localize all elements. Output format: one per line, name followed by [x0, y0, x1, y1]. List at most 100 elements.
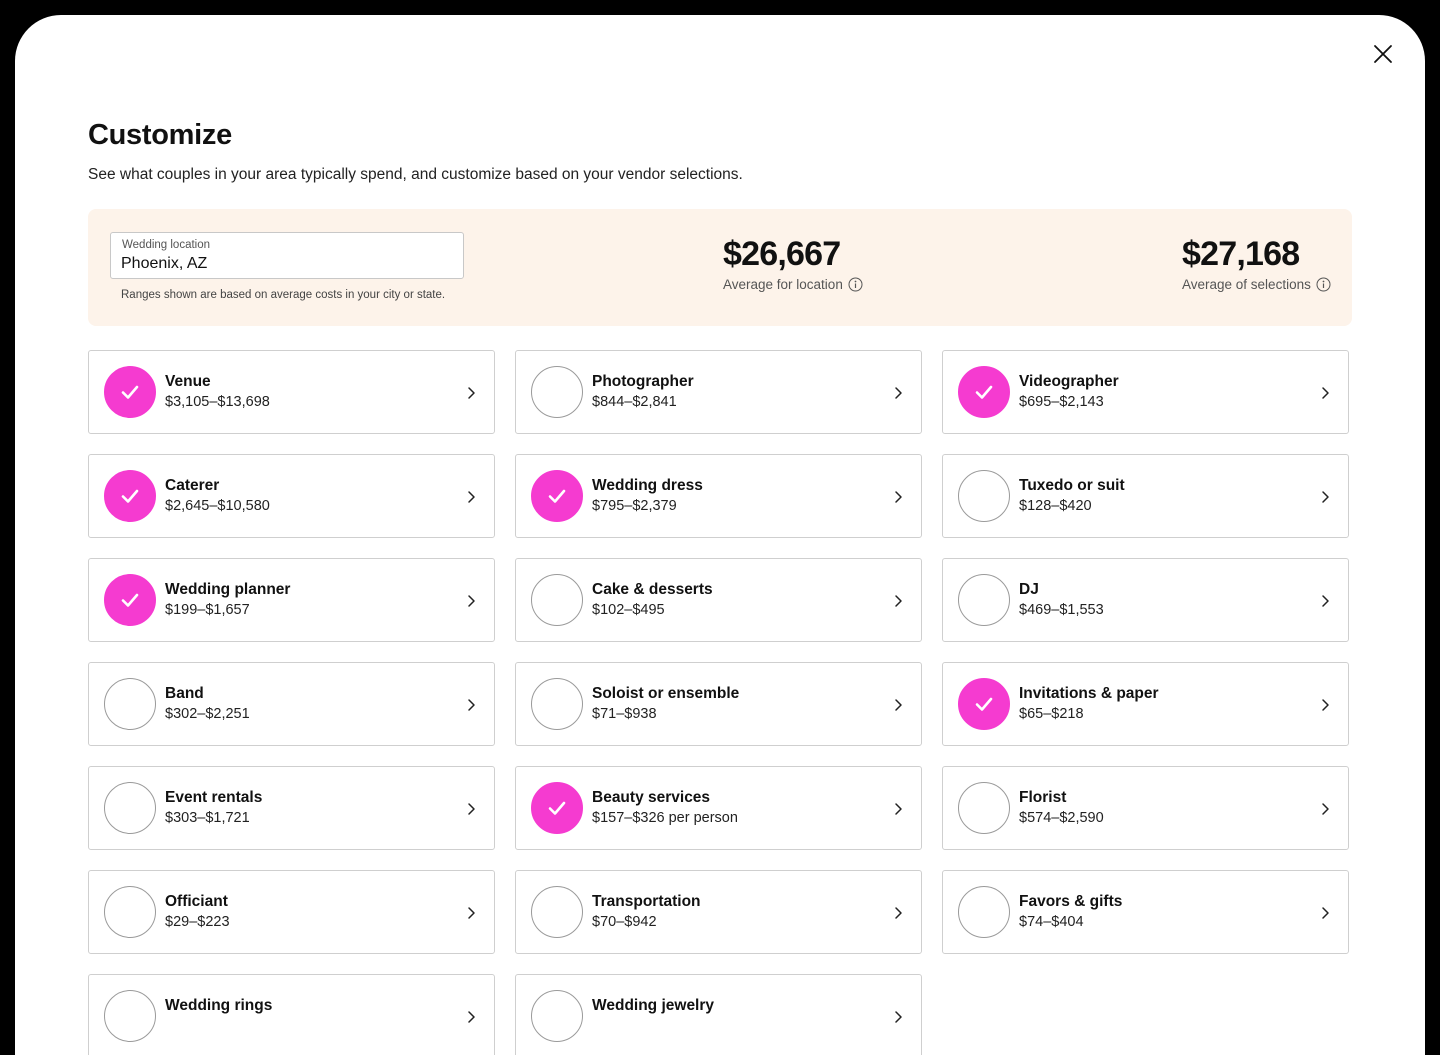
vendor-card-band[interactable]: Band $302–$2,251 [88, 662, 495, 746]
vendor-price-range: $695–$2,143 [1019, 394, 1104, 410]
vendor-card-wedding-planner[interactable]: Wedding planner $199–$1,657 [88, 558, 495, 642]
page-subtitle: See what couples in your area typically … [88, 166, 743, 183]
vendor-card-caterer[interactable]: Caterer $2,645–$10,580 [88, 454, 495, 538]
selection-toggle[interactable] [531, 782, 583, 834]
vendor-price-range: $469–$1,553 [1019, 602, 1104, 618]
chevron-right-icon [1322, 491, 1329, 503]
vendor-card-photographer[interactable]: Photographer $844–$2,841 [515, 350, 922, 434]
vendor-card-dj[interactable]: DJ $469–$1,553 [942, 558, 1349, 642]
vendor-card-transportation[interactable]: Transportation $70–$942 [515, 870, 922, 954]
vendor-price-range: $65–$218 [1019, 706, 1084, 722]
wedding-location-label: Wedding location [122, 239, 211, 251]
checkmark-icon [548, 801, 566, 815]
selection-toggle[interactable] [104, 366, 156, 418]
selection-toggle[interactable] [104, 574, 156, 626]
vendor-card-officiant[interactable]: Officiant $29–$223 [88, 870, 495, 954]
selection-toggle[interactable] [104, 678, 156, 730]
vendor-card-wedding-dress[interactable]: Wedding dress $795–$2,379 [515, 454, 922, 538]
vendor-name: DJ [1019, 581, 1039, 598]
chevron-right-icon [1322, 907, 1329, 919]
selection-toggle[interactable] [104, 782, 156, 834]
selection-toggle[interactable] [531, 678, 583, 730]
vendor-name: Wedding dress [592, 477, 703, 494]
selection-toggle[interactable] [958, 782, 1010, 834]
vendor-card-videographer[interactable]: Videographer $695–$2,143 [942, 350, 1349, 434]
selection-toggle[interactable] [531, 886, 583, 938]
vendor-price-range: $71–$938 [592, 706, 657, 722]
vendor-price-range: $574–$2,590 [1019, 810, 1104, 826]
wedding-location-input[interactable] [121, 253, 441, 275]
vendor-name: Favors & gifts [1019, 893, 1123, 910]
info-icon[interactable] [848, 277, 863, 292]
average-for-location: $26,667 Average for location [723, 235, 863, 292]
chevron-right-icon [468, 907, 475, 919]
vendor-card-beauty-services[interactable]: Beauty services $157–$326 per person [515, 766, 922, 850]
chevron-right-icon [895, 803, 902, 815]
info-icon[interactable] [1316, 277, 1331, 292]
selection-toggle[interactable] [531, 990, 583, 1042]
chevron-right-icon [1322, 699, 1329, 711]
selection-toggle[interactable] [104, 886, 156, 938]
wedding-location-field[interactable]: Wedding location [110, 232, 464, 279]
selection-toggle[interactable] [958, 886, 1010, 938]
vendor-price-range: $70–$942 [592, 914, 657, 930]
vendor-card-tuxedo-or-suit[interactable]: Tuxedo or suit $128–$420 [942, 454, 1349, 538]
selection-toggle[interactable] [958, 574, 1010, 626]
chevron-right-icon [468, 491, 475, 503]
vendor-name: Caterer [165, 477, 220, 494]
chevron-right-icon [468, 1011, 475, 1023]
vendor-card-event-rentals[interactable]: Event rentals $303–$1,721 [88, 766, 495, 850]
average-for-location-label: Average for location [723, 277, 843, 292]
vendor-card-venue[interactable]: Venue $3,105–$13,698 [88, 350, 495, 434]
vendor-price-range: $795–$2,379 [592, 498, 677, 514]
vendor-price-range: $302–$2,251 [165, 706, 250, 722]
chevron-right-icon [895, 387, 902, 399]
vendor-card-cake-desserts[interactable]: Cake & desserts $102–$495 [515, 558, 922, 642]
selection-toggle[interactable] [104, 470, 156, 522]
vendor-price-range: $303–$1,721 [165, 810, 250, 826]
selection-toggle[interactable] [958, 366, 1010, 418]
vendor-grid: Venue $3,105–$13,698 Photographer $844–$… [88, 350, 1349, 1055]
chevron-right-icon [468, 595, 475, 607]
customize-modal: Customize See what couples in your area … [15, 15, 1425, 1055]
vendor-name: Event rentals [165, 789, 263, 806]
vendor-name: Cake & desserts [592, 581, 713, 598]
vendor-name: Band [165, 685, 204, 702]
chevron-right-icon [468, 699, 475, 711]
selection-toggle[interactable] [531, 470, 583, 522]
vendor-card-soloist-or-ensemble[interactable]: Soloist or ensemble $71–$938 [515, 662, 922, 746]
vendor-name: Soloist or ensemble [592, 685, 740, 702]
chevron-right-icon [468, 387, 475, 399]
vendor-name: Tuxedo or suit [1019, 477, 1125, 494]
vendor-name: Officiant [165, 893, 228, 910]
vendor-name: Wedding jewelry [592, 997, 715, 1014]
vendor-name: Venue [165, 373, 211, 390]
vendor-name: Transportation [592, 893, 701, 910]
vendor-name: Wedding rings [165, 997, 273, 1014]
selection-toggle[interactable] [531, 574, 583, 626]
selection-toggle[interactable] [104, 990, 156, 1042]
vendor-name: Photographer [592, 373, 694, 390]
selection-toggle[interactable] [958, 470, 1010, 522]
chevron-right-icon [895, 595, 902, 607]
vendor-card-favors-gifts[interactable]: Favors & gifts $74–$404 [942, 870, 1349, 954]
vendor-price-range: $844–$2,841 [592, 394, 677, 410]
close-button[interactable] [1368, 39, 1398, 69]
checkmark-icon [121, 385, 139, 399]
checkmark-icon [975, 697, 993, 711]
selection-toggle[interactable] [958, 678, 1010, 730]
vendor-card-invitations-paper[interactable]: Invitations & paper $65–$218 [942, 662, 1349, 746]
vendor-card-wedding-jewelry[interactable]: Wedding jewelry [515, 974, 922, 1055]
chevron-right-icon [895, 1011, 902, 1023]
checkmark-icon [121, 489, 139, 503]
vendor-price-range: $199–$1,657 [165, 602, 250, 618]
selection-toggle[interactable] [531, 366, 583, 418]
chevron-right-icon [1322, 387, 1329, 399]
average-of-selections: $27,168 Average of selections [1182, 235, 1331, 292]
vendor-card-wedding-rings[interactable]: Wedding rings [88, 974, 495, 1055]
checkmark-icon [548, 489, 566, 503]
vendor-name: Invitations & paper [1019, 685, 1159, 702]
vendor-price-range: $74–$404 [1019, 914, 1084, 930]
average-for-location-value: $26,667 [723, 235, 841, 273]
vendor-card-florist[interactable]: Florist $574–$2,590 [942, 766, 1349, 850]
